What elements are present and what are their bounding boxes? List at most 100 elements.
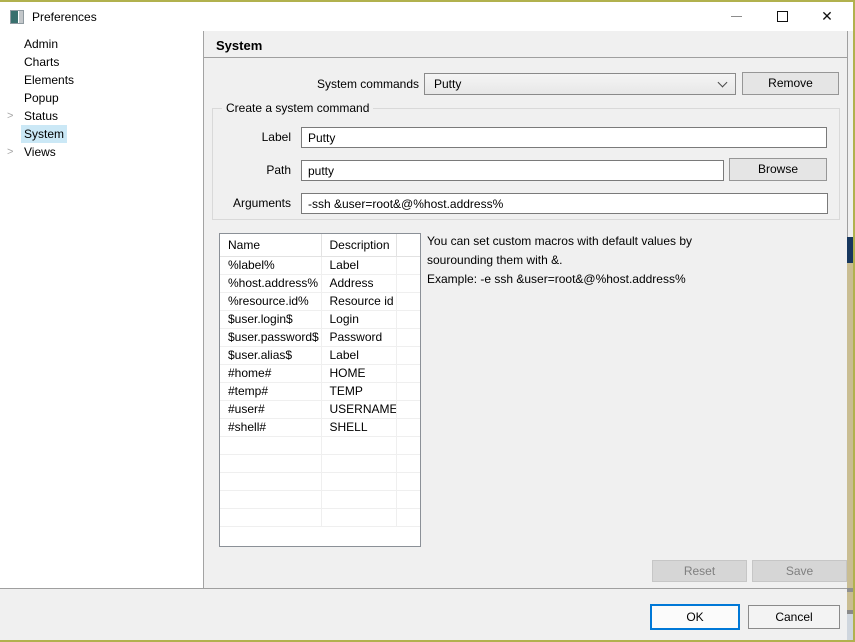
remove-button[interactable]: Remove (742, 72, 839, 95)
table-row[interactable]: $user.password$Password (220, 328, 420, 346)
sliver-tan-segment (847, 263, 853, 588)
macro-description: Address (321, 274, 396, 292)
table-row[interactable]: %label%Label (220, 256, 420, 274)
window-title: Preferences (32, 10, 97, 24)
macro-description: TEMP (321, 382, 396, 400)
sidebar-item-popup[interactable]: Popup (0, 89, 203, 107)
table-empty-row (220, 508, 420, 526)
sidebar-item-admin[interactable]: Admin (0, 35, 203, 53)
table-row[interactable]: #home#HOME (220, 364, 420, 382)
macro-description: Resource id (321, 292, 396, 310)
help-line-2: sourounding them with &. (427, 251, 839, 270)
column-header-description[interactable]: Description (321, 234, 396, 256)
sidebar: Admin Charts Elements Popup > Status Sys… (0, 31, 204, 588)
macro-name: $user.login$ (220, 310, 321, 328)
macro-name: #temp# (220, 382, 321, 400)
app-icon-right (18, 11, 23, 23)
arguments-field-label: Arguments (213, 193, 291, 214)
table-empty-row (220, 490, 420, 508)
macro-description: USERNAME (321, 400, 396, 418)
background-window-sliver (847, 31, 853, 640)
macro-description: Label (321, 346, 396, 364)
macro-name: %label% (220, 256, 321, 274)
reset-button[interactable]: Reset (652, 560, 747, 582)
table-row[interactable]: #user#USERNAME (220, 400, 420, 418)
app-icon (10, 10, 24, 24)
table-row[interactable]: %resource.id%Resource id (220, 292, 420, 310)
page-title: System (204, 31, 853, 58)
sidebar-item-status[interactable]: > Status (0, 107, 203, 125)
sliver-bluegray-segment (847, 614, 853, 640)
sidebar-item-label: Elements (21, 71, 77, 89)
sidebar-item-label: Admin (21, 35, 61, 53)
close-button[interactable]: ✕ (811, 2, 843, 31)
table-row[interactable]: #shell#SHELL (220, 418, 420, 436)
minimize-button[interactable] (720, 2, 752, 31)
help-line-3: Example: -e ssh &user=root&@%host.addres… (427, 270, 839, 289)
macro-name: #shell# (220, 418, 321, 436)
sliver-gray-segment (847, 31, 853, 237)
macro-name: %host.address% (220, 274, 321, 292)
label-input[interactable] (301, 127, 827, 148)
table-row[interactable]: $user.login$Login (220, 310, 420, 328)
macro-name: %resource.id% (220, 292, 321, 310)
sidebar-item-label: Popup (21, 89, 62, 107)
macros-table-header-row: Name Description (220, 234, 420, 256)
sliver-tan-segment (847, 592, 853, 610)
column-header-empty (396, 234, 420, 256)
tree-expander-icon[interactable]: > (7, 107, 13, 125)
macro-name: #user# (220, 400, 321, 418)
macros-table: Name Description %label%Label %host.addr… (219, 233, 421, 547)
column-header-name[interactable]: Name (220, 234, 321, 256)
sidebar-item-system[interactable]: System (0, 125, 203, 143)
sliver-navy-segment (847, 237, 853, 263)
ok-button[interactable]: OK (650, 604, 740, 630)
tree-expander-icon[interactable]: > (7, 143, 13, 161)
close-icon: ✕ (821, 8, 833, 25)
macro-description: Password (321, 328, 396, 346)
system-commands-dropdown[interactable]: Putty (424, 73, 736, 95)
macro-description: Login (321, 310, 396, 328)
macro-name: #home# (220, 364, 321, 382)
help-line-1: You can set custom macros with default v… (427, 232, 839, 251)
sidebar-item-label: Status (21, 107, 61, 125)
sidebar-item-label: Charts (21, 53, 62, 71)
system-commands-selected-value: Putty (434, 77, 461, 91)
table-empty-row (220, 436, 420, 454)
table-empty-row (220, 454, 420, 472)
app-icon-left (11, 11, 18, 23)
sidebar-item-elements[interactable]: Elements (0, 71, 203, 89)
maximize-button[interactable] (766, 2, 798, 31)
groupbox-legend: Create a system command (222, 101, 373, 115)
table-row[interactable]: $user.alias$Label (220, 346, 420, 364)
macro-name: $user.alias$ (220, 346, 321, 364)
macro-description: HOME (321, 364, 396, 382)
path-input[interactable] (301, 160, 724, 181)
titlebar: Preferences ✕ (0, 2, 853, 31)
label-field-label: Label (213, 127, 291, 148)
table-empty-row (220, 472, 420, 490)
system-commands-label: System commands (204, 73, 419, 95)
sidebar-item-label: Views (21, 143, 59, 161)
sidebar-item-charts[interactable]: Charts (0, 53, 203, 71)
cancel-button[interactable]: Cancel (748, 605, 840, 629)
save-button[interactable]: Save (752, 560, 847, 582)
browse-button[interactable]: Browse (729, 158, 827, 181)
macro-description: SHELL (321, 418, 396, 436)
maximize-icon (777, 11, 788, 22)
path-field-label: Path (213, 160, 291, 181)
macros-help-text: You can set custom macros with default v… (427, 232, 839, 289)
macro-description: Label (321, 256, 396, 274)
footer-bar: OK Cancel (0, 588, 853, 640)
preferences-dialog: Preferences ✕ Admin Charts Elements Popu… (0, 2, 853, 640)
table-row[interactable]: #temp#TEMP (220, 382, 420, 400)
sidebar-item-views[interactable]: > Views (0, 143, 203, 161)
create-command-groupbox: Create a system command Label Path Brows… (212, 108, 840, 220)
sidebar-item-label: System (21, 125, 67, 143)
chevron-down-icon (718, 77, 728, 87)
minimize-icon (731, 16, 742, 17)
table-row[interactable]: %host.address%Address (220, 274, 420, 292)
content-pane: System System commands Putty Remove Crea… (204, 31, 853, 588)
macro-name: $user.password$ (220, 328, 321, 346)
arguments-input[interactable] (301, 193, 828, 214)
